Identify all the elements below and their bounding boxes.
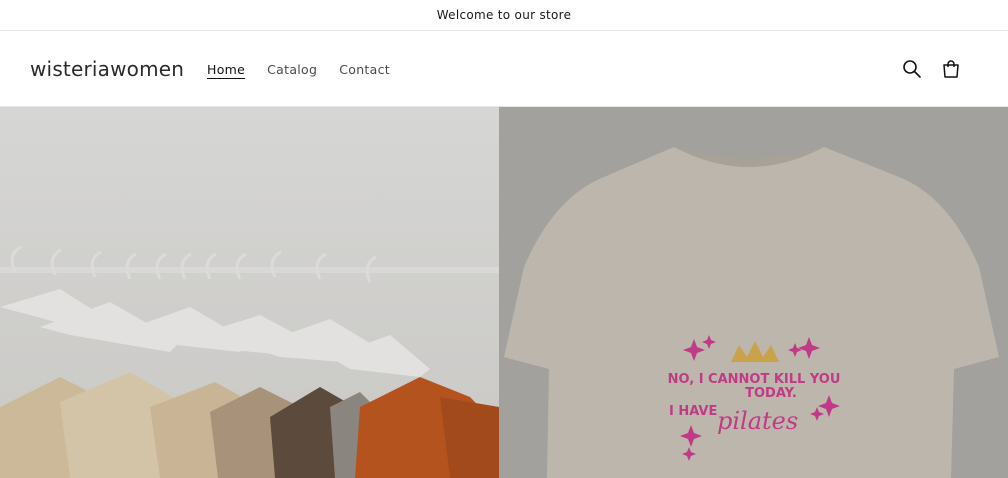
search-icon bbox=[903, 60, 921, 78]
store-logo[interactable]: wisteriawomen bbox=[30, 31, 184, 107]
nav-item-home[interactable]: Home bbox=[207, 62, 245, 77]
hero-banner: NO, I CANNOT KILL YOU TODAY. I HAVE pila… bbox=[0, 107, 1008, 478]
announcement-bar: Welcome to our store bbox=[0, 0, 1008, 31]
main-nav: Home Catalog Contact bbox=[207, 31, 412, 107]
nav-item-contact[interactable]: Contact bbox=[339, 62, 390, 77]
site-header: wisteriawomen Home Catalog Contact bbox=[0, 31, 1008, 107]
cart-icon bbox=[943, 60, 959, 78]
search-button[interactable] bbox=[899, 56, 925, 82]
tshirt-illustration: NO, I CANNOT KILL YOU TODAY. I HAVE pila… bbox=[499, 107, 1008, 478]
cart-button[interactable] bbox=[938, 56, 964, 82]
tshirt-print-line3: I HAVE bbox=[669, 404, 717, 419]
hero-image-pilates-tshirt: NO, I CANNOT KILL YOU TODAY. I HAVE pila… bbox=[499, 107, 1008, 478]
tshirt-print-line2: TODAY. bbox=[745, 386, 797, 401]
nav-item-catalog[interactable]: Catalog bbox=[267, 62, 317, 77]
clothing-rack-illustration bbox=[0, 107, 499, 478]
hero-image-clothing-rack bbox=[0, 107, 499, 478]
tshirt-print-script: pilates bbox=[717, 407, 798, 435]
tshirt-print-line1: NO, I CANNOT KILL YOU bbox=[668, 372, 841, 387]
announcement-text: Welcome to our store bbox=[436, 8, 572, 22]
